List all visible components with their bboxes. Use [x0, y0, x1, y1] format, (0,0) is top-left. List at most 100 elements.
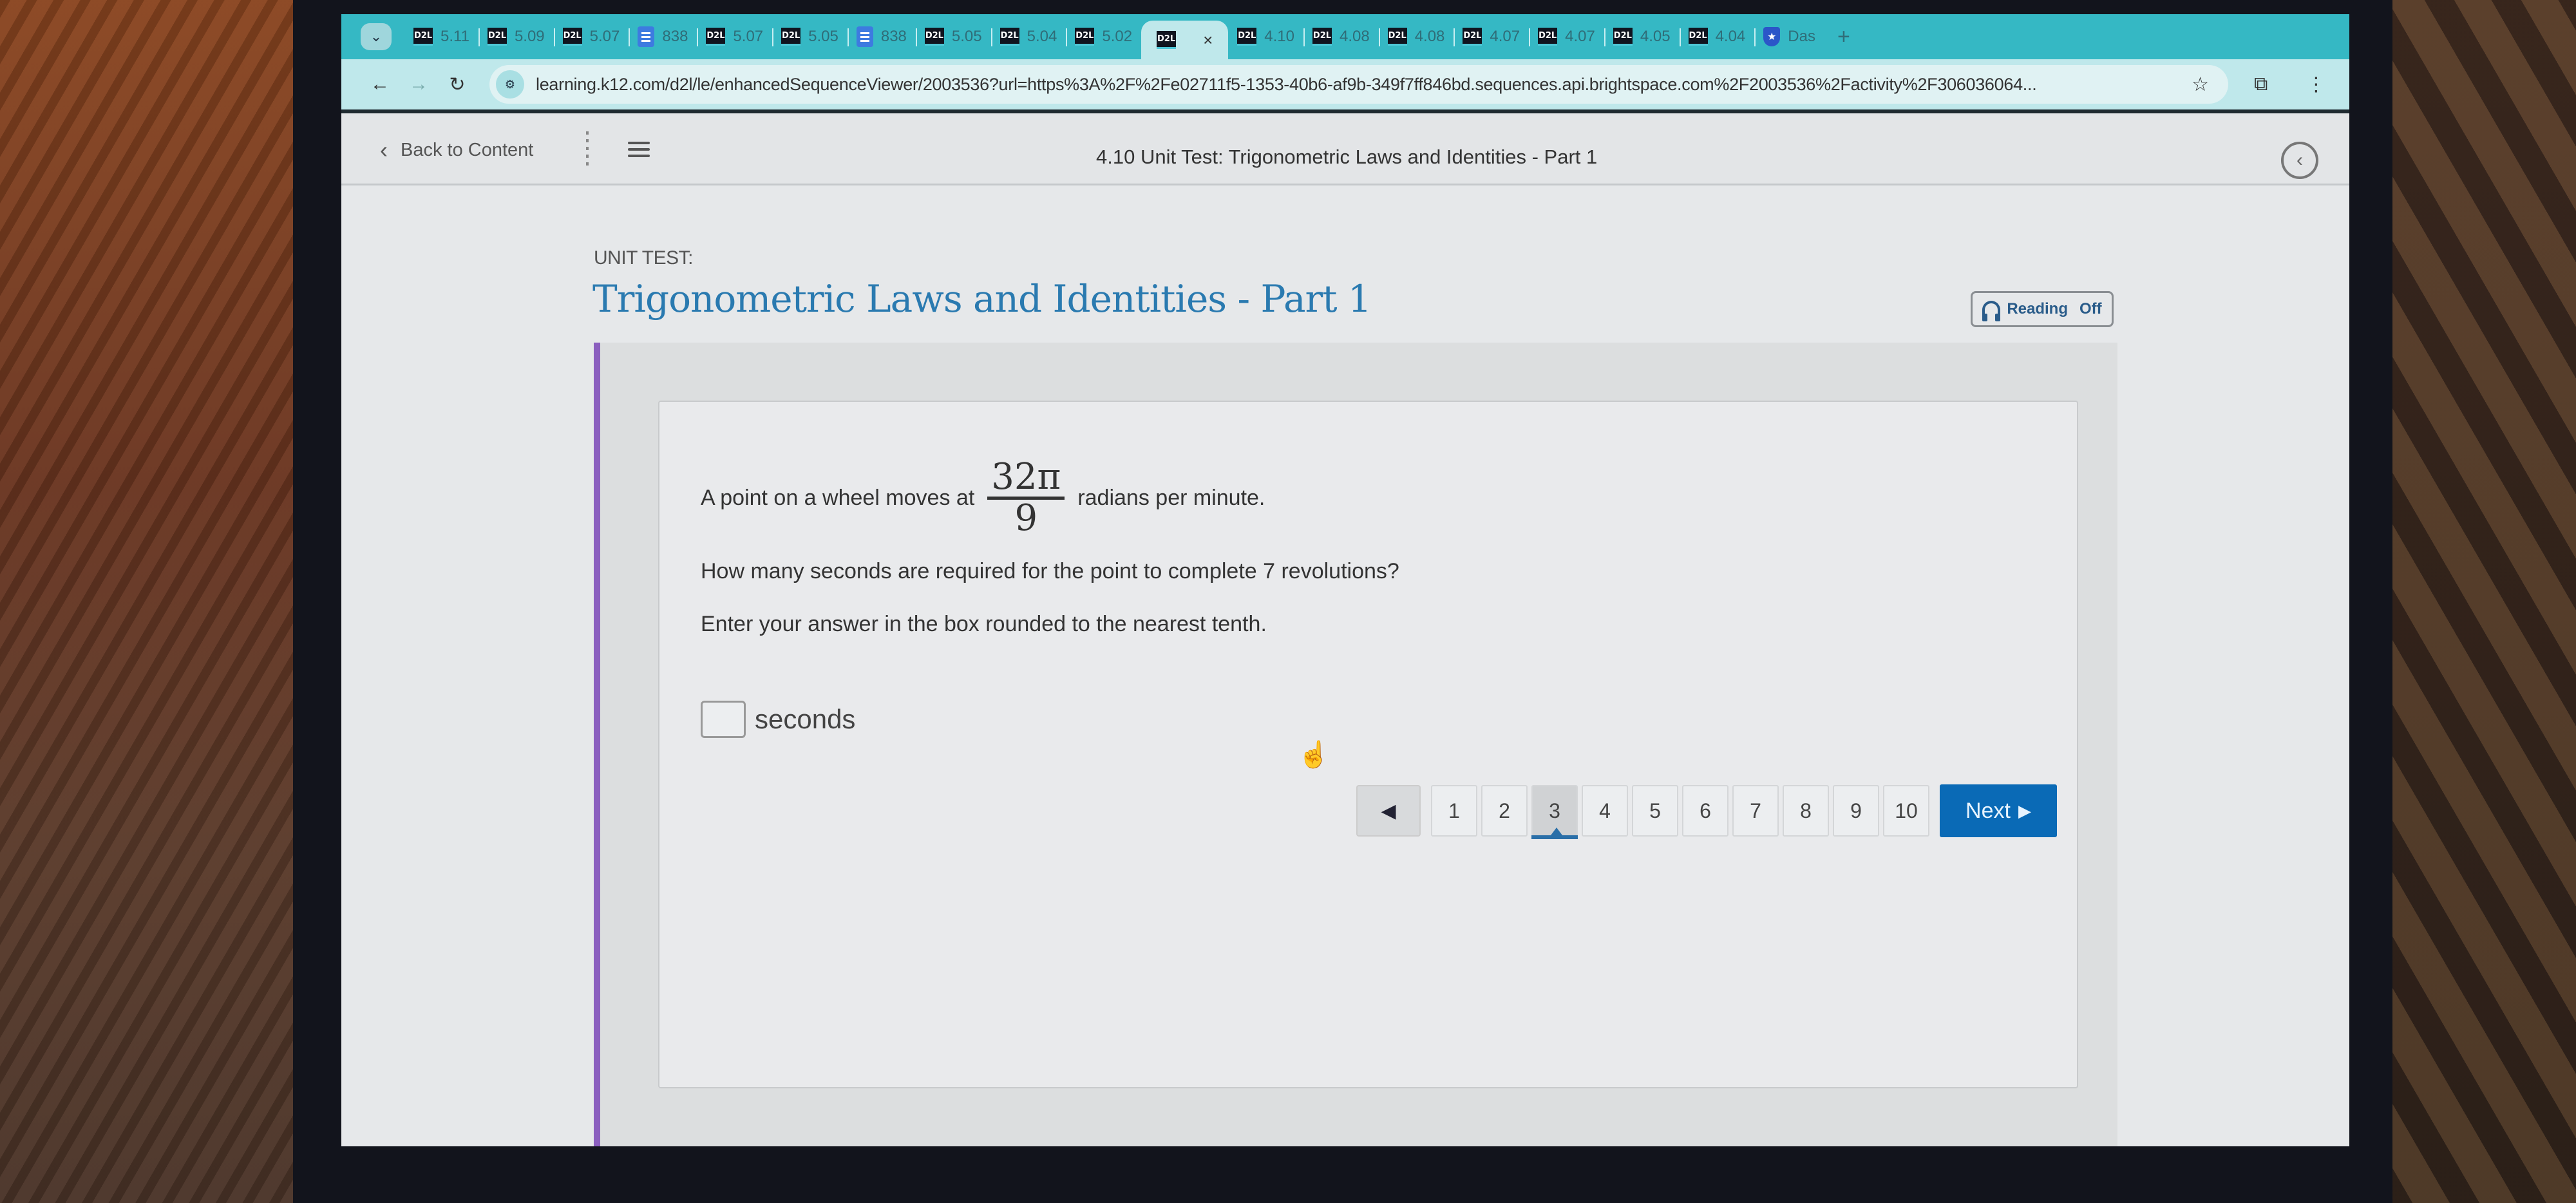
page-number-button[interactable]: 9	[1833, 785, 1879, 837]
d2l-favicon-icon: D2L	[1237, 28, 1257, 46]
d2l-favicon-icon: D2L	[999, 28, 1019, 46]
tab-label: 5.09	[514, 28, 545, 45]
forward-arrow-icon[interactable]: →	[399, 73, 438, 95]
background-left	[0, 0, 303, 1203]
page-number-button[interactable]: 7	[1732, 785, 1779, 837]
unit-label: UNIT TEST:	[594, 247, 693, 269]
page-number-button[interactable]: 8	[1783, 785, 1829, 837]
tab-label: 5.04	[1027, 28, 1057, 45]
browser-toolbar: ← → ↻ ⚙ learning.k12.com/d2l/le/enhanced…	[341, 59, 2349, 113]
browser-tab[interactable]: D2L 4.08	[1378, 21, 1454, 53]
reading-label: Reading	[2007, 300, 2069, 317]
next-question-button[interactable]: Next ▶	[1940, 784, 2057, 837]
d2l-favicon-icon: D2L	[1157, 31, 1177, 49]
d2l-favicon-icon: D2L	[1312, 28, 1332, 46]
question-text-before: A point on a wheel moves at	[701, 485, 975, 510]
browser-tab[interactable]: D2L 5.05	[915, 21, 991, 53]
page-number-button[interactable]: 10	[1883, 785, 1929, 837]
chevron-left-icon: ‹	[380, 137, 388, 163]
d2l-favicon-icon: D2L	[924, 28, 944, 46]
next-label: Next	[1965, 798, 2011, 823]
background-right	[2383, 0, 2576, 1203]
tab-list: D2L 5.11 D2L 5.09 D2L 5.07 838 D2L 5.07 D2L 5.05 83…	[404, 14, 1824, 59]
tab-label: 4.10	[1264, 28, 1294, 45]
page-number-button[interactable]: 4	[1582, 785, 1628, 837]
new-tab-button[interactable]: +	[1837, 24, 1850, 50]
reload-icon[interactable]: ↻	[438, 73, 477, 96]
tab-label: 4.05	[1640, 28, 1671, 45]
content-area: UNIT TEST: Trigonometric Laws and Identi…	[341, 185, 2349, 1146]
question-line-2: How many seconds are required for the po…	[701, 559, 1399, 583]
browser-tab[interactable]: D2L 5.02	[1066, 21, 1141, 53]
back-arrow-icon[interactable]: ←	[361, 73, 399, 95]
browser-tab[interactable]: D2L 5.11	[404, 21, 478, 53]
extensions-icon[interactable]: ⧉	[2254, 73, 2268, 95]
tab-label: 5.11	[440, 28, 469, 45]
d2l-favicon-icon: D2L	[1538, 28, 1558, 46]
previous-activity-button[interactable]: ‹	[2281, 142, 2318, 179]
bookmark-star-icon[interactable]: ☆	[2192, 73, 2209, 96]
browser-tab[interactable]: D2L 4.05	[1604, 21, 1680, 53]
back-to-content-link[interactable]: ‹ Back to Content	[380, 137, 533, 164]
docs-favicon-icon	[638, 26, 655, 47]
divider	[586, 131, 589, 167]
page-number-button[interactable]: 6	[1682, 785, 1728, 837]
reading-state: Off	[2079, 300, 2102, 317]
d2l-favicon-icon: D2L	[1387, 28, 1407, 46]
fraction-numerator: 32π	[987, 458, 1065, 500]
browser-tab[interactable]: ★ Das	[1754, 21, 1824, 53]
browser-tab[interactable]: 838	[847, 21, 916, 53]
table-of-contents-icon[interactable]	[628, 142, 650, 161]
address-bar[interactable]: ⚙ learning.k12.com/d2l/le/enhancedSequen…	[489, 65, 2228, 104]
d2l-navbar: ‹ Back to Content 4.10 Unit Test: Trigon…	[341, 113, 2349, 185]
close-tab-icon[interactable]: ×	[1203, 30, 1213, 50]
page-title: Trigonometric Laws and Identities - Part…	[592, 277, 1372, 321]
browser-tab-active[interactable]: D2L ×	[1141, 21, 1229, 59]
tab-label: 4.07	[1490, 28, 1520, 45]
browser-tab[interactable]: D2L 5.07	[553, 21, 629, 53]
tab-label: 5.05	[808, 28, 838, 45]
tab-search-button[interactable]: ⌄	[361, 23, 392, 50]
browser-tab[interactable]: D2L 4.10	[1228, 21, 1303, 53]
question-text-after: radians per minute.	[1077, 485, 1265, 510]
browser-tab[interactable]: D2L 4.07	[1529, 21, 1604, 53]
tab-strip: ⌄ D2L 5.11 D2L 5.09 D2L 5.07 838 D2L 5.07 D2L 5.05…	[341, 14, 2349, 59]
reading-toggle-button[interactable]: Reading Off	[1971, 291, 2114, 327]
activity-title: 4.10 Unit Test: Trigonometric Laws and I…	[1096, 146, 1598, 168]
browser-tab[interactable]: D2L 4.07	[1454, 21, 1529, 53]
previous-question-button[interactable]: ◀	[1356, 785, 1421, 837]
question-panel: A point on a wheel moves at 32π 9 radian…	[594, 343, 2117, 1146]
browser-tab[interactable]: D2L 5.07	[697, 21, 772, 53]
tab-label: Das	[1788, 28, 1815, 45]
browser-menu-icon[interactable]: ⋮	[2306, 73, 2325, 96]
play-right-icon: ▶	[2018, 800, 2031, 820]
d2l-favicon-icon: D2L	[1613, 28, 1633, 46]
tab-label: 838	[662, 28, 688, 45]
headphones-icon	[1982, 301, 2001, 321]
question-line-3: Enter your answer in the box rounded to …	[701, 612, 1267, 636]
browser-tab[interactable]: D2L 4.04	[1679, 21, 1755, 53]
page-number-current[interactable]: 3	[1531, 785, 1578, 839]
tab-label: 4.07	[1565, 28, 1595, 45]
url-text[interactable]: learning.k12.com/d2l/le/enhancedSequence…	[536, 75, 2179, 95]
page-number-button[interactable]: 1	[1431, 785, 1477, 837]
site-info-icon[interactable]: ⚙	[496, 70, 524, 99]
shield-favicon-icon: ★	[1763, 27, 1781, 46]
tab-label: 5.02	[1102, 28, 1133, 45]
page-number-button[interactable]: 2	[1481, 785, 1528, 837]
tab-label: 4.08	[1339, 28, 1370, 45]
hand-cursor-icon: ☝	[1298, 741, 1330, 769]
page-number-button[interactable]: 5	[1632, 785, 1678, 837]
browser-tab[interactable]: D2L 5.05	[772, 21, 848, 53]
d2l-favicon-icon: D2L	[1688, 28, 1708, 46]
fraction: 32π 9	[987, 458, 1065, 538]
browser-tab[interactable]: 838	[629, 21, 697, 53]
browser-tab[interactable]: D2L 5.04	[990, 21, 1066, 53]
browser-tab[interactable]: D2L 4.08	[1303, 21, 1379, 53]
question-line-1: A point on a wheel moves at 32π 9 radian…	[701, 458, 1265, 538]
browser-tab[interactable]: D2L 5.09	[478, 21, 554, 53]
answer-input[interactable]	[701, 701, 746, 738]
d2l-favicon-icon: D2L	[413, 28, 433, 46]
d2l-favicon-icon: D2L	[562, 28, 582, 46]
tab-label: 5.05	[951, 28, 982, 45]
